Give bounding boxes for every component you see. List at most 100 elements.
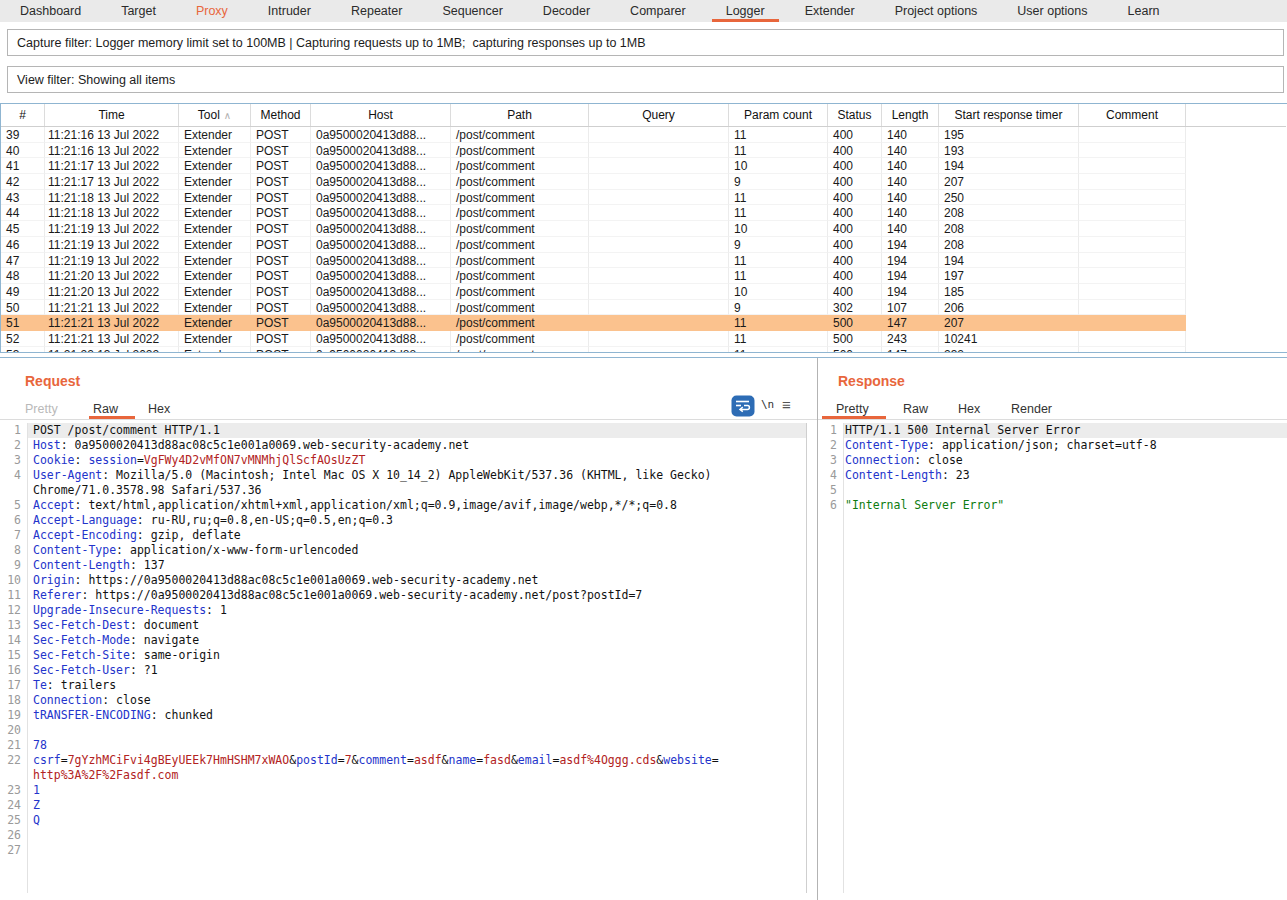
cell: /post/comment bbox=[451, 190, 589, 206]
cell: 400 bbox=[828, 253, 882, 269]
menu-item-user-options[interactable]: User options bbox=[1003, 0, 1101, 22]
tab-hex[interactable]: Hex bbox=[148, 399, 170, 419]
cell: 0a9500020413d88... bbox=[311, 253, 451, 269]
menu-item-repeater[interactable]: Repeater bbox=[337, 0, 416, 22]
editor-line: 3Cookie: session=VgFWy4D2vMfON7vMNMhjQlS… bbox=[0, 453, 806, 468]
tab-render[interactable]: Render bbox=[1011, 399, 1052, 419]
column-header-status[interactable]: Status bbox=[828, 104, 882, 126]
menubar: Dashboard Target Proxy Intruder Repeater Sequ… bbox=[0, 0, 1287, 22]
column-header-path[interactable]: Path bbox=[451, 104, 589, 126]
menu-item-comparer[interactable]: Comparer bbox=[616, 0, 700, 22]
table-row[interactable]: 3911:21:16 13 Jul 2022ExtenderPOST0a9500… bbox=[1, 127, 1186, 143]
column-header-tool[interactable]: Tool∧ bbox=[179, 104, 251, 126]
cell: /post/comment bbox=[451, 300, 589, 316]
table-row[interactable]: 5011:21:21 13 Jul 2022ExtenderPOST0a9500… bbox=[1, 300, 1186, 316]
table-row[interactable]: 4511:21:19 13 Jul 2022ExtenderPOST0a9500… bbox=[1, 221, 1186, 237]
table-row[interactable]: 4311:21:18 13 Jul 2022ExtenderPOST0a9500… bbox=[1, 190, 1186, 206]
table-row[interactable]: 4711:21:19 13 Jul 2022ExtenderPOST0a9500… bbox=[1, 253, 1186, 269]
tab-pretty[interactable]: Pretty bbox=[25, 399, 58, 419]
line-number: 4 bbox=[818, 468, 837, 483]
editor-line: 7Accept-Encoding: gzip, deflate bbox=[0, 528, 806, 543]
cell: 0a9500020413d88... bbox=[311, 221, 451, 237]
column-header-method[interactable]: Method bbox=[251, 104, 311, 126]
cell: 10241 bbox=[939, 331, 1079, 347]
editor-line: 2Content-Type: application/json; charset… bbox=[818, 438, 1287, 453]
table-row[interactable]: 4911:21:20 13 Jul 2022ExtenderPOST0a9500… bbox=[1, 284, 1186, 300]
request-editor[interactable]: 1POST /post/comment HTTP/1.12Host: 0a950… bbox=[0, 423, 807, 893]
menu-item-learn[interactable]: Learn bbox=[1114, 0, 1174, 22]
cell: 52 bbox=[1, 331, 45, 347]
cell: POST bbox=[251, 315, 311, 331]
cell: 195 bbox=[939, 127, 1079, 143]
cell bbox=[589, 205, 729, 221]
table-row[interactable]: 4611:21:19 13 Jul 2022ExtenderPOST0a9500… bbox=[1, 237, 1186, 253]
cell: /post/comment bbox=[451, 205, 589, 221]
tab-raw[interactable]: Raw bbox=[903, 399, 928, 419]
cell: POST bbox=[251, 268, 311, 284]
line-number: 15 bbox=[0, 648, 21, 663]
newline-icon[interactable]: \n bbox=[761, 398, 774, 411]
cell: 11:21:16 13 Jul 2022 bbox=[45, 127, 179, 143]
table-row[interactable]: 4011:21:16 13 Jul 2022ExtenderPOST0a9500… bbox=[1, 143, 1186, 159]
line-number: 26 bbox=[0, 828, 21, 843]
cell bbox=[589, 190, 729, 206]
cell: 47 bbox=[1, 253, 45, 269]
editor-line: 8Content-Type: application/x-www-form-ur… bbox=[0, 543, 806, 558]
editor-line: 15Sec-Fetch-Site: same-origin bbox=[0, 648, 806, 663]
column-header-num[interactable]: # bbox=[1, 104, 45, 126]
cell: 11:21:18 13 Jul 2022 bbox=[45, 190, 179, 206]
table-row[interactable]: 4411:21:18 13 Jul 2022ExtenderPOST0a9500… bbox=[1, 205, 1186, 221]
cell: Extender bbox=[179, 331, 251, 347]
editor-menu-icon[interactable]: ≡ bbox=[782, 396, 791, 413]
cell: 44 bbox=[1, 205, 45, 221]
cell: /post/comment bbox=[451, 174, 589, 190]
cell: 49 bbox=[1, 284, 45, 300]
cell: 193 bbox=[939, 143, 1079, 159]
menu-item-proxy[interactable]: Proxy bbox=[182, 0, 242, 22]
menu-item-extender[interactable]: Extender bbox=[791, 0, 869, 22]
menu-item-target[interactable]: Target bbox=[107, 0, 170, 22]
table-row[interactable]: 5111:21:21 13 Jul 2022ExtenderPOST0a9500… bbox=[1, 315, 1186, 331]
table-row[interactable]: 4811:21:20 13 Jul 2022ExtenderPOST0a9500… bbox=[1, 268, 1186, 284]
cell: POST bbox=[251, 143, 311, 159]
table-row[interactable]: 5211:21:21 13 Jul 2022ExtenderPOST0a9500… bbox=[1, 331, 1186, 347]
table-row[interactable]: 4211:21:17 13 Jul 2022ExtenderPOST0a9500… bbox=[1, 174, 1186, 190]
column-header-comment[interactable]: Comment bbox=[1079, 104, 1186, 126]
cell bbox=[1079, 315, 1186, 331]
menu-item-sequencer[interactable]: Sequencer bbox=[428, 0, 516, 22]
cell: 11 bbox=[729, 190, 828, 206]
cell bbox=[1079, 268, 1186, 284]
cell: 107 bbox=[882, 300, 939, 316]
column-header-param-count[interactable]: Param count bbox=[729, 104, 828, 126]
column-header-time[interactable]: Time bbox=[45, 104, 179, 126]
menu-item-intruder[interactable]: Intruder bbox=[254, 0, 325, 22]
pretty-print-icon[interactable] bbox=[731, 395, 755, 417]
line-number: 25 bbox=[0, 813, 21, 828]
cell: 197 bbox=[939, 268, 1079, 284]
cell: /post/comment bbox=[451, 127, 589, 143]
column-header-length[interactable]: Length bbox=[882, 104, 939, 126]
cell: 194 bbox=[882, 237, 939, 253]
column-header-start-response-timer[interactable]: Start response timer bbox=[939, 104, 1079, 126]
table-row[interactable]: 4111:21:17 13 Jul 2022ExtenderPOST0a9500… bbox=[1, 158, 1186, 174]
cell: 11:21:16 13 Jul 2022 bbox=[45, 143, 179, 159]
request-panel: Request PrettyRawHex \n ≡ 1POST /post/co… bbox=[0, 358, 817, 900]
cell bbox=[589, 127, 729, 143]
capture-filter-bar[interactable]: Capture filter: Logger memory limit set … bbox=[7, 29, 1284, 56]
response-editor[interactable]: 1HTTP/1.1 500 Internal Server Error2Cont… bbox=[818, 423, 1287, 893]
column-header-host[interactable]: Host bbox=[311, 104, 451, 126]
cell: /post/comment bbox=[451, 315, 589, 331]
menu-item-dashboard[interactable]: Dashboard bbox=[6, 0, 95, 22]
cell bbox=[589, 253, 729, 269]
editor-line: http%3A%2F%2Fasdf.com bbox=[0, 768, 806, 783]
menu-item-project-options[interactable]: Project options bbox=[881, 0, 992, 22]
view-filter-bar[interactable]: View filter: Showing all items bbox=[7, 66, 1284, 93]
menu-item-logger[interactable]: Logger bbox=[712, 0, 779, 22]
cell: 400 bbox=[828, 158, 882, 174]
line-number: 5 bbox=[818, 483, 837, 498]
tab-hex[interactable]: Hex bbox=[958, 399, 980, 419]
menu-item-decoder[interactable]: Decoder bbox=[529, 0, 604, 22]
cell: 11:21:19 13 Jul 2022 bbox=[45, 253, 179, 269]
cell: 0a9500020413d88... bbox=[311, 205, 451, 221]
column-header-query[interactable]: Query bbox=[589, 104, 729, 126]
